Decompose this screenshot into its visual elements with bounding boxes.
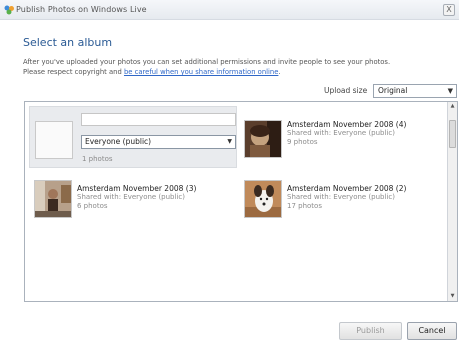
windows-live-icon (4, 5, 14, 15)
close-button[interactable]: X (443, 4, 455, 16)
scroll-thumb[interactable] (449, 120, 456, 148)
new-album-thumbnail (35, 121, 73, 159)
album-photo-icon (245, 121, 281, 157)
permission-select[interactable]: Everyone (public) ▼ (81, 135, 236, 149)
album-item[interactable]: Amsterdam November 2008 (4) Shared with:… (239, 106, 439, 168)
publish-dialog: Publish Photos on Windows Live X Select … (0, 0, 459, 343)
album-name-input[interactable] (81, 113, 236, 126)
window-title: Publish Photos on Windows Live (16, 5, 147, 14)
description-suffix: . (278, 68, 281, 76)
description-line-2: Please respect copyright and be careful … (23, 68, 281, 76)
album-count: 9 photos (287, 138, 318, 146)
album-count: 6 photos (77, 202, 108, 210)
album-shared: Shared with: Everyone (public) (287, 193, 395, 201)
album-photo-icon (35, 181, 71, 217)
upload-size-value: Original (378, 86, 408, 95)
description-prefix: Please respect copyright and (23, 68, 124, 76)
publish-button[interactable]: Publish (339, 322, 402, 340)
new-album-count: 1 photos (82, 155, 113, 163)
dropdown-arrow-icon: ▼ (447, 87, 453, 95)
vertical-scrollbar[interactable]: ▲ ▼ (447, 102, 457, 301)
scroll-down-icon[interactable]: ▼ (448, 292, 457, 301)
album-thumbnail (34, 180, 72, 218)
album-list[interactable]: Everyone (public) ▼ 1 photos Amsterdam N… (24, 101, 458, 302)
album-item[interactable]: Amsterdam November 2008 (2) Shared with:… (239, 178, 439, 226)
page-heading: Select an album (23, 36, 113, 49)
description-line-1: After you've uploaded your photos you ca… (23, 58, 391, 66)
album-title: Amsterdam November 2008 (4) (287, 120, 407, 129)
album-shared: Shared with: Everyone (public) (77, 193, 185, 201)
album-thumbnail (244, 180, 282, 218)
safety-link[interactable]: be careful when you share information on… (124, 68, 278, 76)
permission-value: Everyone (public) (85, 137, 152, 146)
album-title: Amsterdam November 2008 (3) (77, 184, 197, 193)
new-album-item[interactable]: Everyone (public) ▼ 1 photos (29, 106, 237, 168)
album-thumbnail (244, 120, 282, 158)
album-photo-icon (245, 181, 281, 217)
title-bar: Publish Photos on Windows Live X (0, 0, 459, 20)
album-shared: Shared with: Everyone (public) (287, 129, 395, 137)
album-title: Amsterdam November 2008 (2) (287, 184, 407, 193)
upload-size-select[interactable]: Original ▼ (373, 84, 457, 98)
album-item[interactable]: Amsterdam November 2008 (3) Shared with:… (29, 178, 237, 226)
dropdown-arrow-icon: ▼ (227, 138, 232, 145)
album-count: 17 photos (287, 202, 322, 210)
scroll-up-icon[interactable]: ▲ (448, 102, 457, 111)
cancel-button[interactable]: Cancel (407, 322, 457, 340)
upload-size-label: Upload size (324, 86, 368, 95)
